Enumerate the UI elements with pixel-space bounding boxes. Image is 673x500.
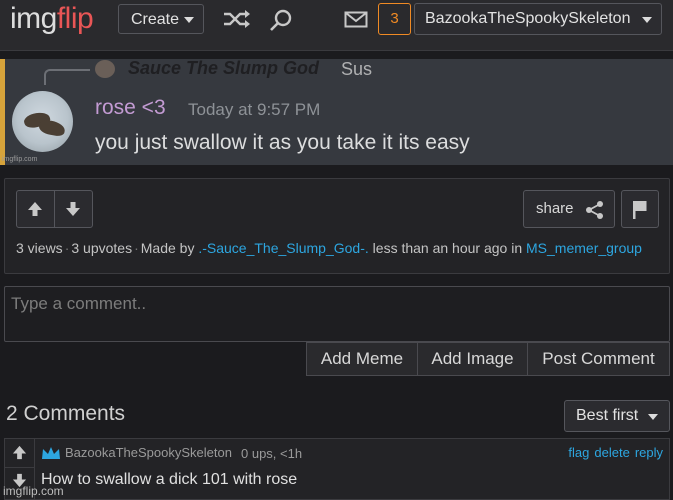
chevron-down-icon [648, 414, 658, 420]
logo-img-text: img [10, 2, 57, 35]
upvote-icon[interactable] [11, 444, 28, 461]
crown-icon [42, 447, 60, 459]
comment-delete-link[interactable]: delete [594, 445, 629, 460]
message-author: rose <3 [95, 96, 166, 119]
comment-author[interactable]: BazookaTheSpookySkeleton [65, 445, 232, 460]
logo-flip-text: flip [56, 2, 94, 35]
shuffle-icon[interactable] [222, 8, 252, 30]
author-link[interactable]: .-Sauce_The_Slump_God-. [198, 240, 368, 256]
comment-reply-link[interactable]: reply [635, 445, 663, 460]
avatar-bird [37, 118, 67, 138]
comment-meta: 0 ups, <1h [241, 446, 303, 461]
upvote-icon[interactable] [26, 200, 44, 218]
chevron-down-icon [184, 16, 195, 23]
comment-flag-link[interactable]: flag [568, 445, 589, 460]
meme-image[interactable]: Sauce The Slump God Sus rose <3 Today at… [0, 59, 673, 165]
made-by-label: Made by [140, 240, 195, 256]
create-label: Create [131, 11, 180, 28]
top-nav: imgflip Create 3 BazookaTheSpookySkeleto… [0, 0, 673, 51]
flag-button[interactable] [621, 190, 659, 228]
post-info-panel: share 3 views · 3 upvotes · Made by .-Sauce_… [4, 178, 670, 274]
posted-time: less than an hour ago in [372, 240, 523, 256]
chevron-down-icon [642, 17, 652, 23]
flag-icon [633, 201, 647, 219]
vote-divider [5, 467, 34, 468]
post-meta: 3 views · 3 upvotes · Made by .-Sauce_The_Sl… [16, 240, 642, 256]
add-image-button[interactable]: Add Image [417, 343, 527, 375]
username-label: BazookaTheSpookySkeleton [425, 10, 631, 27]
comment-actions: Add Meme Add Image Post Comment [306, 342, 670, 376]
add-meme-button[interactable]: Add Meme [307, 343, 417, 375]
notification-count[interactable]: 3 [378, 3, 411, 35]
mail-icon[interactable] [344, 11, 368, 28]
comment-links: flag delete reply [563, 445, 663, 460]
comment-input[interactable]: Type a comment.. [4, 286, 670, 342]
stream-link[interactable]: MS_memer_group [526, 240, 642, 256]
vote-divider [54, 191, 55, 227]
vote-buttons [16, 190, 93, 228]
comments-title: 2 Comments [6, 402, 126, 425]
message-text: you just swallow it as you take it its e… [95, 131, 470, 154]
sort-dropdown[interactable]: Best first [564, 400, 670, 432]
search-icon[interactable] [268, 8, 294, 34]
imgflip-logo[interactable]: imgflip [10, 2, 94, 36]
upvotes-count: 3 upvotes [71, 240, 133, 256]
downvote-icon[interactable] [64, 200, 82, 218]
message-avatar [12, 91, 73, 152]
message-timestamp: Today at 9:57 PM [188, 100, 321, 119]
share-icon [586, 201, 603, 219]
meme-watermark: imgflip.com [2, 156, 38, 163]
create-button[interactable]: Create [118, 4, 204, 34]
comment-item: BazookaTheSpookySkeleton 0 ups, <1h flag… [4, 438, 670, 500]
views-count: 3 views [16, 240, 63, 256]
reply-connector [44, 69, 90, 85]
page-watermark: imgflip.com [3, 484, 64, 498]
share-button[interactable]: share [523, 190, 615, 228]
reply-author: Sauce The Slump God [128, 59, 320, 78]
comment-text: How to swallow a dick 101 with rose [41, 471, 298, 488]
reply-avatar [95, 60, 115, 78]
post-comment-button[interactable]: Post Comment [527, 343, 669, 375]
user-menu-button[interactable]: BazookaTheSpookySkeleton [414, 3, 662, 35]
reply-text: Sus [341, 59, 373, 79]
share-label: share [536, 200, 574, 217]
sort-label: Best first [576, 407, 639, 424]
mention-highlight-bar [0, 59, 5, 165]
